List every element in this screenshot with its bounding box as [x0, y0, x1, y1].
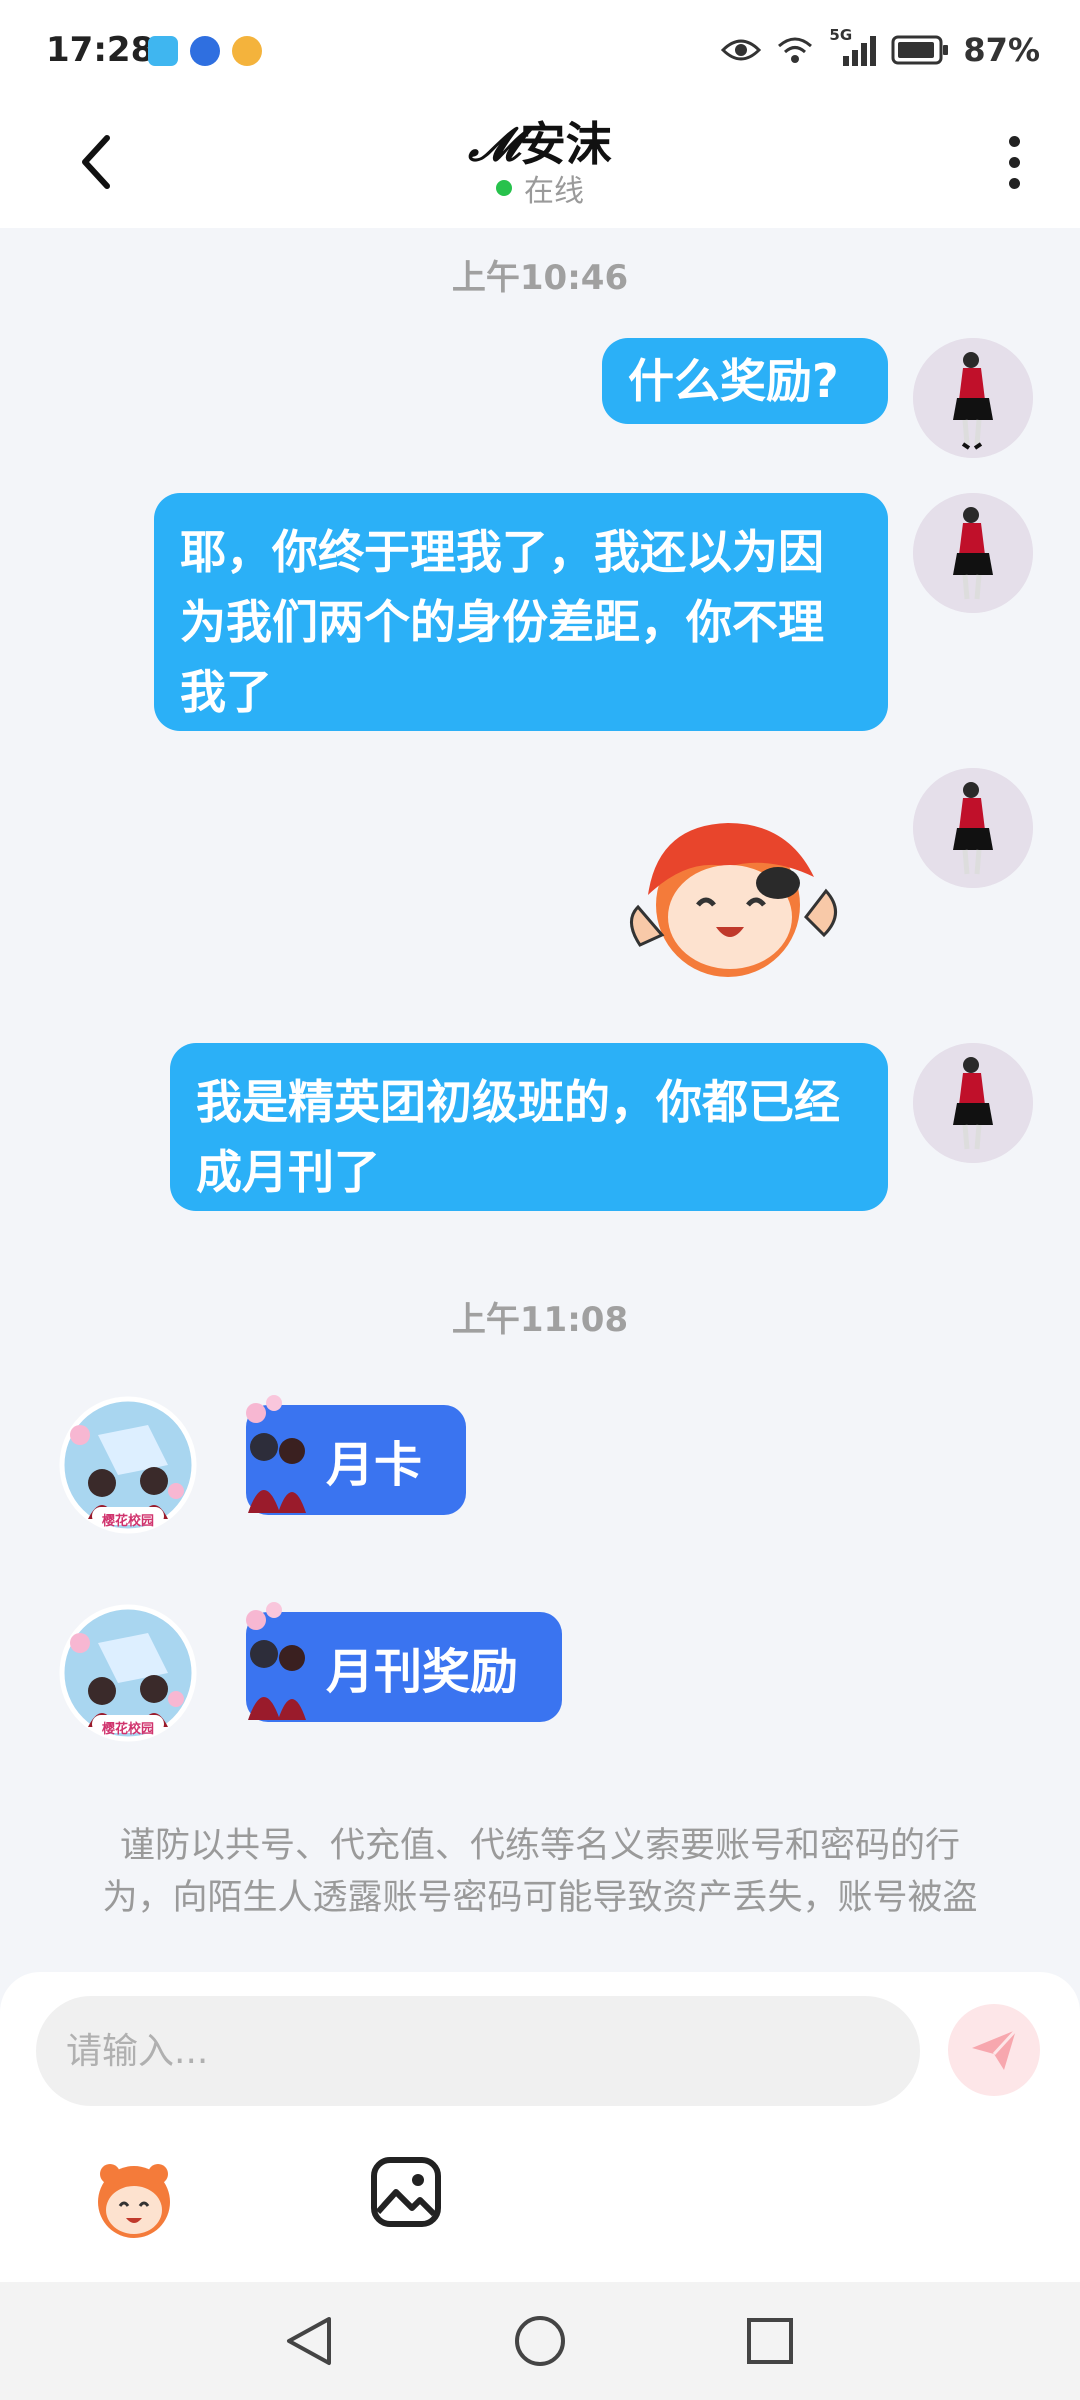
- more-dot: [1008, 135, 1020, 147]
- online-dot: [496, 180, 512, 196]
- contact-name-prefix: 𝓜: [468, 117, 520, 171]
- couple-decoration-icon: [246, 1395, 306, 1513]
- status-icons: 5G 87%: [721, 26, 1040, 72]
- safety-notice: 谨防以共号、代充值、代练等名义索要账号和密码的行 为，向陌生人透露账号密码可能导…: [60, 1820, 1020, 1924]
- image-icon: [371, 2157, 441, 2227]
- my-avatar[interactable]: [913, 1043, 1033, 1163]
- my-avatar[interactable]: [913, 493, 1033, 613]
- character-avatar-icon: [913, 338, 1033, 458]
- status-bar: 17:28 5G 87%: [0, 0, 1080, 100]
- message-input[interactable]: [36, 1996, 920, 2106]
- timestamp: 上午10:46: [451, 258, 629, 298]
- received-message-text: 月刊奖励: [326, 1644, 519, 1700]
- square-recents-icon: [747, 2318, 793, 2364]
- wifi-icon: [778, 37, 813, 63]
- planet-app-icon: [190, 36, 220, 66]
- battery-percent: 87%: [963, 31, 1040, 69]
- paper-plane-icon: [972, 2028, 1018, 2070]
- character-avatar-icon: [913, 768, 1033, 888]
- more-dot: [1008, 177, 1020, 189]
- sticker-button[interactable]: [86, 2152, 182, 2248]
- avatar-badge-text: 樱花校园: [101, 1722, 154, 1737]
- my-avatar[interactable]: [913, 768, 1033, 888]
- character-avatar-icon: [913, 1043, 1033, 1163]
- image-picker-button[interactable]: [368, 2154, 444, 2230]
- triangle-back-icon: [287, 2317, 331, 2365]
- more-dot: [1008, 156, 1020, 168]
- sent-message-bubble[interactable]: 我是精英团初级班的，你都已经成月刊了: [170, 1043, 888, 1211]
- timestamp: 上午11:08: [451, 1300, 629, 1340]
- nav-home-button[interactable]: [507, 2308, 573, 2374]
- circle-home-icon: [515, 2316, 565, 2366]
- contact-name-text: 安沫: [519, 117, 612, 171]
- received-message-bubble[interactable]: 月刊奖励: [246, 1602, 562, 1722]
- pinwheel-app-icon: [232, 36, 262, 66]
- nav-recents-button[interactable]: [737, 2308, 803, 2374]
- safety-notice-line: 谨防以共号、代充值、代练等名义索要账号和密码的行: [119, 1826, 960, 1866]
- chat-header: 𝓜安沫 在线: [0, 100, 1080, 228]
- cartoon-sticker-icon: [630, 823, 837, 977]
- received-message-bubble[interactable]: 月卡: [246, 1395, 466, 1515]
- contact-avatar[interactable]: 樱花校园: [58, 1603, 198, 1743]
- status-time: 17:28: [46, 30, 155, 70]
- cartoon-face-icon: [98, 2164, 170, 2238]
- received-message-text: 月卡: [326, 1437, 423, 1493]
- my-avatar[interactable]: [913, 338, 1033, 458]
- online-status-text: 在线: [524, 174, 584, 209]
- more-options-button[interactable]: [984, 122, 1044, 202]
- eye-icon: [721, 39, 762, 61]
- safety-notice-line: 为，向陌生人透露账号密码可能导致资产丢失，账号被盗: [102, 1878, 978, 1918]
- input-panel: [0, 1972, 1080, 2282]
- book-app-icon: [148, 36, 178, 66]
- send-button[interactable]: [948, 2004, 1040, 2096]
- signal-icon: 5G: [829, 26, 877, 68]
- contact-name: 𝓜安沫: [0, 108, 1080, 174]
- battery-icon: [891, 35, 949, 65]
- character-avatar-icon: [913, 493, 1033, 613]
- sent-message-bubble[interactable]: 什么奖励?: [602, 338, 888, 424]
- sticker-message[interactable]: [618, 795, 848, 985]
- contact-avatar[interactable]: 樱花校园: [58, 1395, 198, 1535]
- online-status: 在线: [0, 166, 1080, 210]
- nav-back-button[interactable]: [276, 2308, 342, 2374]
- sent-message-bubble[interactable]: 耶，你终于理我了，我还以为因为我们两个的身份差距，你不理我了: [154, 493, 888, 731]
- avatar-badge-text: 樱花校园: [101, 1514, 154, 1529]
- system-nav-bar: [0, 2282, 1080, 2400]
- couple-decoration-icon: [246, 1602, 306, 1720]
